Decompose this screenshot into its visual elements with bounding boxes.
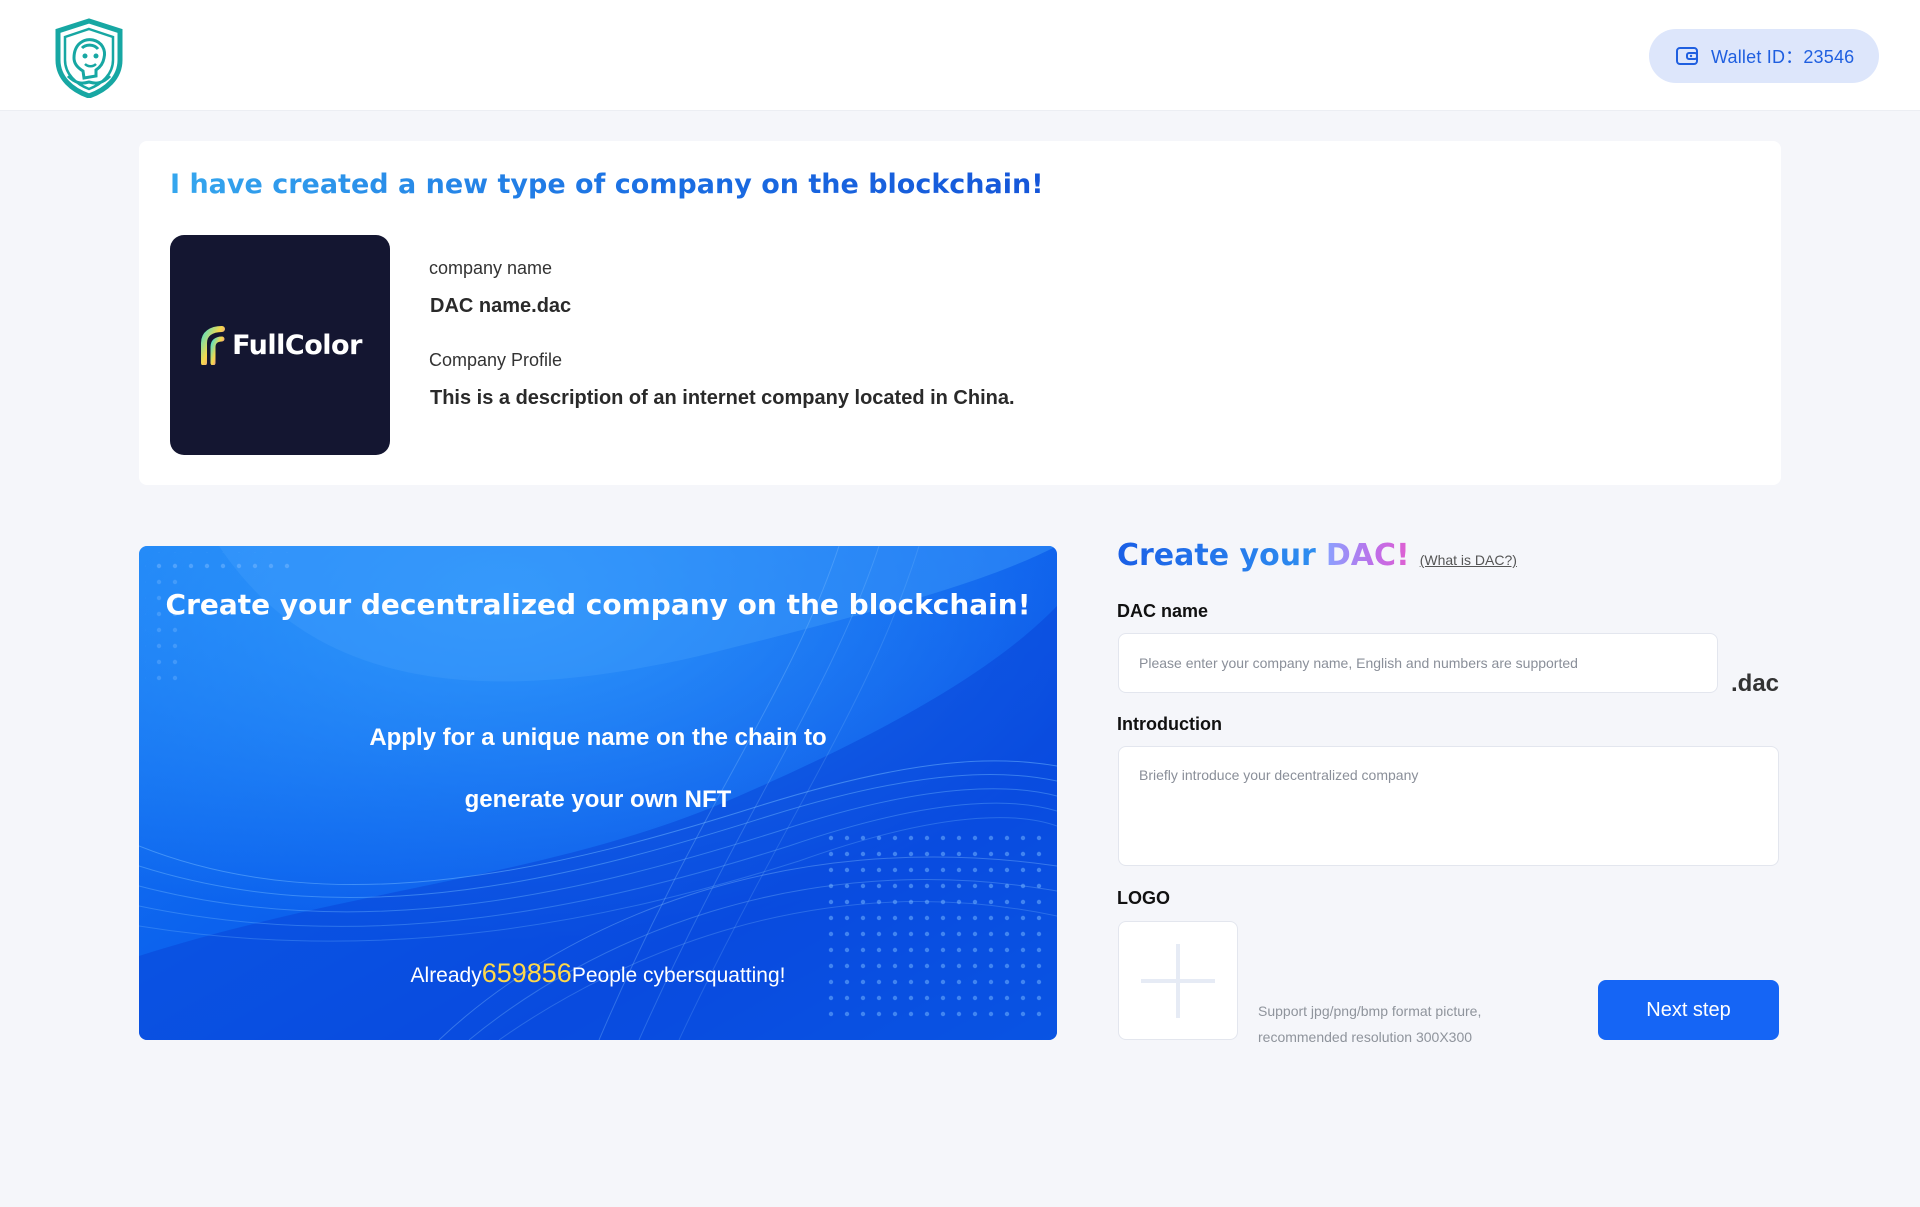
upload-hint-line2: recommended resolution 300X300 [1258, 1029, 1473, 1045]
shield-mascot-logo-icon[interactable] [52, 18, 126, 99]
top-header: Wallet ID：23546 [0, 0, 1920, 111]
upload-hint: Support jpg/png/bmp format picture, reco… [1258, 998, 1538, 1050]
banner-subtitle-line2: generate your own NFT [464, 786, 732, 813]
company-logo: FullColor [170, 235, 390, 455]
create-title-part1: Create your [1117, 538, 1316, 573]
create-title-part2: DAC! [1325, 538, 1410, 573]
company-profile-value: This is a description of an internet com… [430, 387, 1015, 409]
introduction-textarea[interactable] [1119, 747, 1778, 865]
count-prefix: Already [410, 964, 482, 987]
company-preview-card: I have created a new type of company on … [139, 141, 1781, 485]
dac-suffix-label: .dac [1731, 670, 1780, 697]
company-name-value: DAC name.dac [430, 295, 572, 317]
company-profile-label: Company Profile [429, 350, 563, 370]
wallet-id-badge[interactable]: Wallet ID：23546 [1649, 29, 1879, 83]
banner-registrant-count: Already659856People cybersquatting! [139, 958, 1057, 989]
logo-upload-box[interactable] [1118, 921, 1238, 1040]
wallet-icon [1676, 47, 1698, 65]
company-name-label: company name [429, 258, 553, 278]
count-suffix: People cybersquatting! [571, 964, 786, 987]
plus-icon [1141, 943, 1215, 1018]
promo-banner: Create your decentralized company on the… [139, 546, 1057, 1040]
create-dac-heading: Create your DAC! (What is DAC?) [1117, 538, 1517, 573]
next-step-button[interactable]: Next step [1598, 980, 1779, 1040]
introduction-field [1118, 746, 1779, 866]
company-card-title: I have created a new type of company on … [170, 169, 1044, 200]
dac-name-field [1118, 633, 1718, 693]
logo-label: LOGO [1117, 888, 1170, 908]
dac-name-label: DAC name [1117, 601, 1209, 621]
wallet-id-label: Wallet ID：23546 [1711, 47, 1855, 67]
banner-subtitle-line1: Apply for a unique name on the chain to [369, 724, 827, 751]
fullcolor-logo-icon [201, 326, 226, 365]
introduction-label: Introduction [1117, 714, 1222, 734]
what-is-dac-link[interactable]: (What is DAC?) [1420, 552, 1517, 568]
upload-hint-line1: Support jpg/png/bmp format picture, [1258, 1003, 1482, 1019]
count-number: 659856 [481, 958, 572, 988]
banner-title: Create your decentralized company on the… [165, 588, 1031, 621]
dac-name-input[interactable] [1119, 634, 1717, 692]
company-brand-name: FullColor [232, 329, 362, 361]
